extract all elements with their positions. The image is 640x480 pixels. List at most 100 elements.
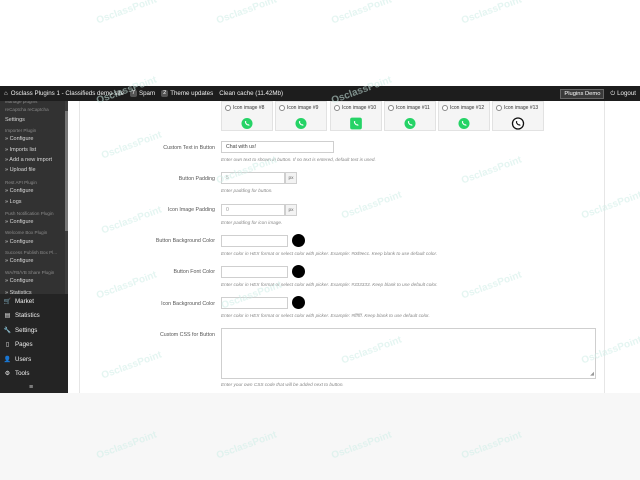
submenu-link[interactable]: » Logs (5, 199, 22, 205)
site-home-link[interactable]: ⌂ Osclass Plugins 1 - Classifieds demo s… (4, 90, 124, 97)
logout-icon: ⏻ (610, 89, 616, 97)
icon-option-12[interactable]: Icon image #12 (438, 101, 490, 131)
icon-option-radio[interactable] (496, 105, 502, 111)
button-padding-input[interactable]: 5 (221, 172, 285, 184)
nav-item-pages[interactable]: ▯ Pages (0, 338, 68, 353)
bg-color-picker[interactable] (292, 234, 305, 247)
whatsapp-icon (511, 117, 525, 135)
home-icon: ⌂ (4, 90, 8, 97)
watermark-text: OsclassPoint (460, 0, 524, 27)
icon-option-radio[interactable] (279, 105, 285, 111)
nav-item-market[interactable]: 🛒 Market (0, 294, 68, 309)
icon-option-header: Icon image #9 (276, 102, 326, 111)
submenu-scroll-thumb[interactable] (65, 111, 68, 231)
submenu-heading: Rest API Plugin (5, 180, 37, 185)
nav-item-users[interactable]: 👤 Users (0, 352, 68, 367)
icon-option-label: Icon image #11 (396, 105, 430, 111)
nav-item-tools[interactable]: ⚙ Tools (0, 367, 68, 382)
nav-item-label: Statistics (15, 312, 40, 320)
icon-option-radio[interactable] (442, 105, 448, 111)
button-padding-label: Button Padding (178, 176, 215, 182)
page-footer-area (0, 393, 640, 480)
submenu-link[interactable]: » Configure (5, 136, 33, 142)
site-title: Osclass Plugins 1 - Classifieds demo sit… (10, 90, 124, 97)
button-padding-unit: px (285, 172, 297, 184)
logout-link[interactable]: ⏻ Logout (610, 90, 636, 98)
submenu-heading: WA/FB/VB Share Plugin (5, 270, 55, 275)
button-padding-help: Enter padding for button. (221, 188, 273, 193)
icon-option-radio[interactable] (225, 105, 231, 111)
icon-option-radio[interactable] (388, 105, 394, 111)
whatsapp-icon (241, 117, 254, 135)
submenu-heading: Welcome Box Plugin (5, 230, 48, 235)
custom-css-label: Custom CSS for Button (159, 332, 215, 338)
icon-option-header: Icon image #11 (385, 102, 435, 111)
bg-color-label: Button Background Color (155, 238, 215, 244)
nav-item-statistics[interactable]: ▤ Statistics (0, 309, 68, 324)
bg-color-help: Enter color in HEX format or select colo… (221, 251, 438, 256)
nav-item-label: Market (15, 297, 34, 305)
font-color-picker[interactable] (292, 265, 305, 278)
icon-option-9[interactable]: Icon image #9 (275, 101, 327, 131)
admin-topbar: ⌂ Osclass Plugins 1 - Classifieds demo s… (0, 86, 640, 101)
nav-item-settings[interactable]: 🔧 Settings (0, 323, 68, 338)
icon-bg-color-label: Icon Background Color (161, 301, 215, 307)
submenu-link[interactable]: » Configure (5, 219, 33, 225)
whatsapp-icon (295, 117, 308, 135)
icon-padding-input[interactable]: 0 (221, 204, 285, 216)
icon-option-11[interactable]: Icon image #11 (384, 101, 436, 131)
collapse-menu-icon[interactable]: ≡ (29, 384, 33, 391)
whatsapp-icon (458, 117, 471, 135)
plugins-submenu: Manage plugins reCaptcha reCaptcha Setting… (0, 101, 68, 296)
submenu-link[interactable]: » Configure (5, 258, 33, 264)
page-icon: ▯ (5, 342, 10, 349)
cart-icon: 🛒 (3, 298, 12, 305)
custom-text-input[interactable]: Chat with us! (221, 141, 334, 153)
whatsapp-icon (350, 117, 363, 135)
icon-option-8[interactable]: Icon image #8 (221, 101, 273, 131)
chart-icon: ▤ (4, 313, 11, 320)
submenu-link[interactable]: » Imports list (5, 147, 36, 153)
spam-link[interactable]: 7 Spam (129, 90, 155, 97)
nav-item-label: Tools (15, 370, 30, 378)
icon-option-header: Icon image #8 (222, 102, 272, 111)
icon-bg-color-help: Enter color in HEX format or select colo… (221, 313, 430, 318)
bg-color-input[interactable] (221, 235, 288, 247)
font-color-input[interactable] (221, 266, 288, 278)
main-nav: 🛒 Market ▤ Statistics 🔧 Settings ▯ Pages 👤 Users ⚙… (0, 294, 68, 381)
custom-text-help: Enter own text to shown in button. If no… (221, 157, 376, 162)
icon-option-10[interactable]: Icon image #10 (330, 101, 382, 131)
icon-padding-unit: px (285, 204, 297, 216)
watermark-text: OsclassPoint (215, 0, 279, 27)
submenu-heading: Success Publish Box Pl... (5, 250, 58, 255)
icon-option-13[interactable]: Icon image #13 (492, 101, 544, 131)
submenu-link[interactable]: » Configure (5, 188, 33, 194)
icon-padding-label: Icon Image Padding (167, 207, 215, 213)
icon-option-label: Icon image #9 (287, 105, 319, 111)
submenu-link[interactable]: » Configure (5, 239, 33, 245)
theme-updates-link[interactable]: 2 Theme updates (161, 90, 213, 97)
icon-bg-color-picker[interactable] (292, 296, 305, 309)
icon-option-header: Icon image #13 (493, 102, 543, 111)
icon-bg-color-input[interactable] (221, 297, 288, 309)
resize-handle-icon[interactable]: ◢ (590, 371, 594, 377)
icon-option-label: Icon image #13 (504, 105, 539, 111)
clean-cache-link[interactable]: Clean cache (11.42Mb) (219, 90, 283, 97)
custom-css-textarea[interactable]: ◢ (221, 328, 596, 379)
submenu-link[interactable]: Settings (5, 117, 25, 123)
submenu-link[interactable]: » Add a new import (5, 157, 52, 163)
theme-updates-badge: 2 (161, 90, 169, 97)
nav-item-label: Pages (15, 341, 33, 349)
wrench-icon: 🔧 (3, 327, 12, 334)
submenu-link[interactable]: » Upload file (5, 167, 36, 173)
submenu-link[interactable]: » Configure (5, 278, 33, 284)
icon-padding-help: Enter padding for icon image. (221, 220, 283, 225)
icon-option-header: Icon image #12 (439, 102, 489, 111)
tools-icon: ⚙ (4, 371, 11, 378)
submenu-heading: Importer Plugin (5, 128, 37, 133)
plugins-demo-button[interactable]: Plugins Demo (560, 88, 605, 99)
icon-option-radio[interactable] (334, 105, 340, 111)
font-color-help: Enter color in HEX format or select colo… (221, 282, 438, 287)
spam-count-badge: 7 (129, 90, 137, 97)
icon-option-label: Icon image #12 (450, 105, 485, 111)
